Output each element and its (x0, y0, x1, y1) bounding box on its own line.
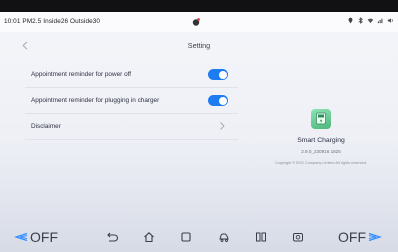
toggle-knob (218, 96, 227, 105)
wifi-icon (367, 18, 374, 24)
setting-row-disclaimer[interactable]: Disclaimer (25, 114, 238, 140)
signal-icon (377, 18, 383, 24)
app-name: Smart Charging (297, 137, 345, 144)
recents-icon[interactable] (179, 230, 193, 244)
chevron-right-icon (220, 122, 225, 130)
app-icon (311, 109, 331, 129)
left-climate-button[interactable]: OFF (14, 228, 58, 246)
setting-label: Disclaimer (31, 123, 61, 130)
bluetooth-icon (358, 17, 363, 24)
top-bezel (0, 0, 398, 12)
power-off-reminder-toggle[interactable] (208, 69, 228, 80)
toggle-knob (218, 70, 227, 79)
setting-row-power-off-reminder: Appointment reminder for power off (25, 62, 238, 88)
arrow-left-icon (14, 232, 28, 242)
notification-icon (192, 18, 200, 26)
charging-station-icon (316, 112, 326, 125)
screen: 10:01 PM2.5 Inside26 Outside30 Setting A… (0, 0, 398, 252)
setting-label: Appointment reminder for power off (31, 71, 132, 78)
back-icon[interactable] (105, 230, 119, 244)
page-title: Setting (187, 41, 211, 50)
split-screen-icon[interactable] (254, 230, 268, 244)
status-bar: 10:01 PM2.5 Inside26 Outside30 (0, 12, 398, 32)
right-climate-label: OFF (338, 229, 366, 245)
setting-row-charger-reminder: Appointment reminder for plugging in cha… (25, 88, 238, 114)
copyright-text: Copyright © BYD Company Limited All righ… (275, 161, 367, 165)
right-climate-button[interactable]: OFF (338, 228, 382, 246)
car-icon[interactable] (217, 230, 231, 244)
home-icon[interactable] (142, 230, 156, 244)
status-icons (347, 17, 394, 24)
status-text: 10:01 PM2.5 Inside26 Outside30 (4, 18, 101, 25)
volume-icon (387, 18, 393, 23)
location-icon (348, 17, 353, 24)
arrow-right-icon (368, 232, 382, 242)
camera-icon[interactable] (291, 230, 305, 244)
bottom-dock: OFF OFF (0, 222, 398, 252)
app-version: 2.9.0_230916 1825 (301, 149, 341, 154)
setting-label: Appointment reminder for plugging in cha… (31, 97, 160, 104)
left-climate-label: OFF (30, 229, 58, 245)
charger-reminder-toggle[interactable] (208, 95, 228, 106)
settings-list: Appointment reminder for power off Appoi… (25, 62, 238, 140)
